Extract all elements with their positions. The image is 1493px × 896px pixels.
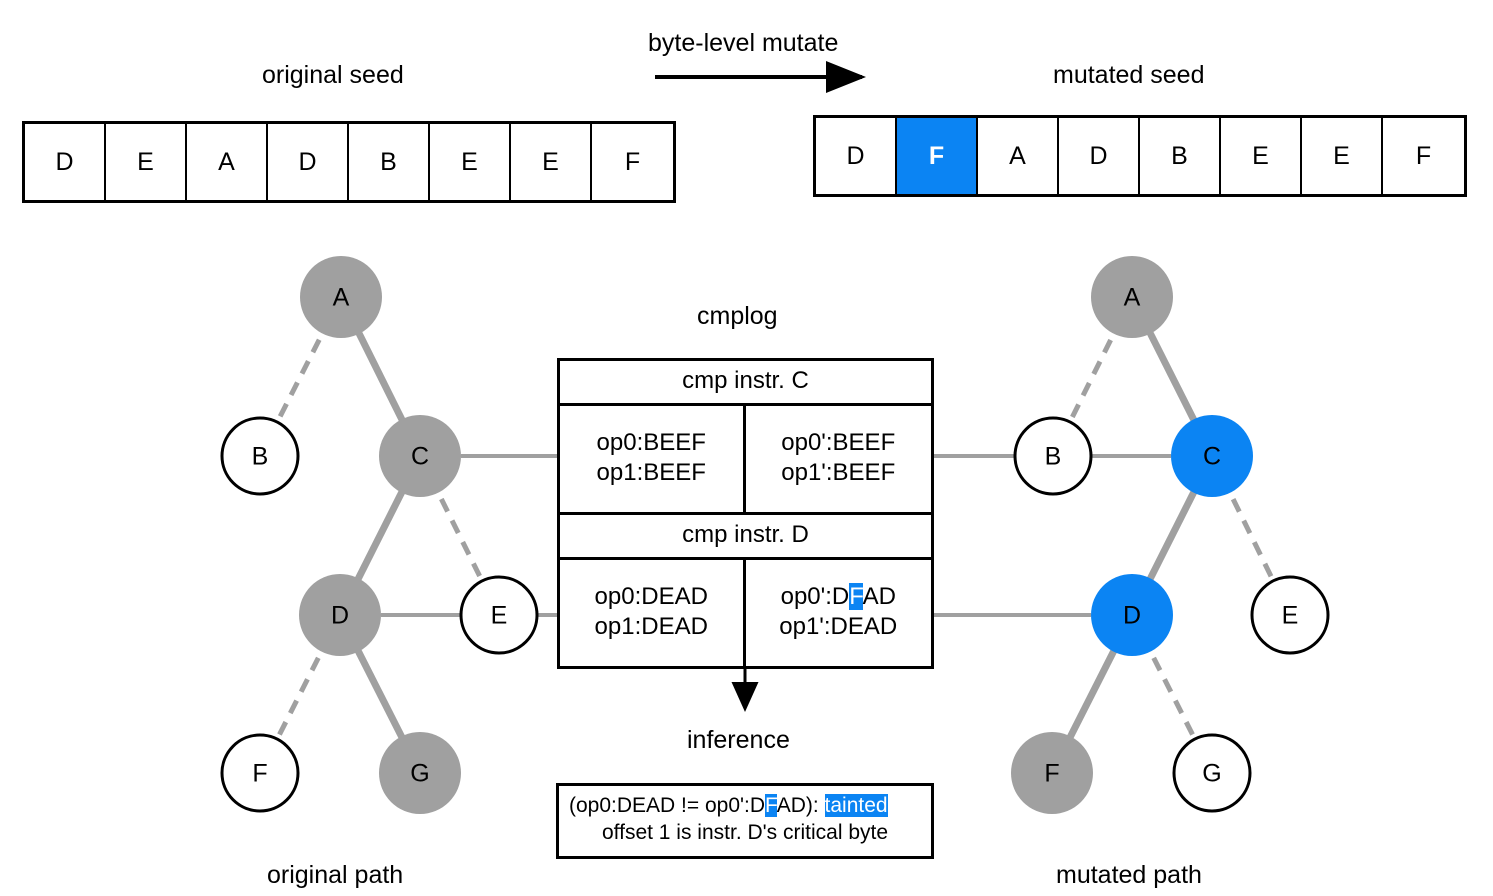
original-seed-byte-1: E bbox=[106, 124, 187, 200]
edge-d-f bbox=[257, 613, 343, 775]
mutated-seed-byte-1: F bbox=[897, 118, 978, 194]
original-node-label-c: C bbox=[410, 442, 430, 471]
cmplog-table: cmp instr. C op0:BEEF op1:BEEF op0':BEEF… bbox=[557, 358, 934, 669]
node-mutated-c bbox=[1171, 415, 1253, 497]
diagram-canvas: byte-level mutate original seed mutated … bbox=[0, 0, 1493, 896]
original-path-label: original path bbox=[267, 861, 404, 889]
original-seed-label: original seed bbox=[262, 61, 404, 89]
mutated-node-label-c: C bbox=[1202, 442, 1222, 471]
inference-title: inference bbox=[687, 726, 790, 754]
original-seed-byte-4: B bbox=[349, 124, 430, 200]
cmplog-row0-op1: op1:BEEF bbox=[596, 459, 706, 486]
mutated-seed-byte-5: E bbox=[1221, 118, 1302, 194]
node-mutated-f bbox=[1011, 732, 1093, 814]
mutate-arrow-label: byte-level mutate bbox=[648, 29, 839, 57]
original-node-label-d: D bbox=[330, 601, 350, 630]
original-seed-row: DEADBEEF bbox=[22, 121, 676, 203]
cmplog-row0-op0-prime-prefix: op0':BEEF bbox=[781, 429, 896, 456]
cmplog-row0-op1-prime-prefix: op1':BEEF bbox=[781, 459, 896, 486]
node-original-c bbox=[379, 415, 461, 497]
edge-m-c-d bbox=[1128, 454, 1216, 617]
edge-a-c bbox=[337, 295, 424, 458]
original-node-label-b: B bbox=[251, 442, 269, 471]
original-seed-byte-0: D bbox=[25, 124, 106, 200]
inference-box: (op0:DEAD != op0':DFAD): tainted offset … bbox=[556, 783, 934, 859]
inference-line1-mid: AD): bbox=[776, 794, 825, 817]
node-mutated-b bbox=[1013, 416, 1093, 496]
mutated-tree-edges bbox=[1048, 295, 1293, 775]
original-seed-byte-5: E bbox=[430, 124, 511, 200]
cmplog-row0-original-ops: op0:BEEF op1:BEEF bbox=[560, 406, 746, 512]
mutated-node-label-d: D bbox=[1122, 601, 1142, 630]
node-original-g bbox=[379, 732, 461, 814]
node-original-d bbox=[299, 574, 381, 656]
node-original-e bbox=[459, 575, 539, 655]
mutated-node-label-e: E bbox=[1281, 601, 1299, 630]
mutated-seed-byte-7: F bbox=[1383, 118, 1464, 194]
node-mutated-g bbox=[1172, 733, 1252, 813]
mutated-path-label: mutated path bbox=[1056, 861, 1202, 889]
node-original-a bbox=[300, 256, 382, 338]
inference-line1-tainted-highlight: tainted bbox=[824, 794, 888, 817]
inference-line-2: offset 1 is instr. D's critical byte bbox=[601, 820, 889, 844]
inference-line-1: (op0:DEAD != op0':DFAD): tainted bbox=[565, 793, 925, 820]
cmplog-row1-op0-prime: op0':DFAD bbox=[746, 582, 932, 612]
cmplog-row0-op0: op0:BEEF bbox=[596, 429, 706, 456]
cmplog-row0-op0-prime: op0':BEEF bbox=[746, 428, 932, 458]
cmplog-row0-mutated-ops: op0':BEEF op1':BEEF bbox=[746, 406, 932, 512]
node-original-b bbox=[220, 416, 300, 496]
cmplog-row1-op0-prime-highlight: F bbox=[849, 583, 863, 610]
cmplog-row1-header: cmp instr. D bbox=[560, 515, 931, 560]
cmplog-row1-op1: op1:DEAD bbox=[594, 613, 708, 640]
original-node-label-f: F bbox=[252, 759, 268, 788]
mutated-node-label-f: F bbox=[1044, 759, 1060, 788]
edge-a-b bbox=[257, 295, 344, 458]
node-mutated-a bbox=[1091, 256, 1173, 338]
mutated-seed-byte-0: D bbox=[816, 118, 897, 194]
cmplog-row1-op0: op0:DEAD bbox=[594, 583, 708, 610]
cmplog-row0-op1-prime: op1':BEEF bbox=[746, 458, 932, 488]
cmplog-row1-op1-prime-prefix: op1':DEAD bbox=[779, 613, 898, 640]
original-node-label-e: E bbox=[490, 601, 508, 630]
mutated-seed-row: DFADBEEF bbox=[813, 115, 1467, 197]
mutated-seed-byte-6: E bbox=[1302, 118, 1383, 194]
cmplog-row1-original-ops: op0:DEAD op1:DEAD bbox=[560, 560, 746, 666]
edge-m-c-e bbox=[1209, 454, 1293, 617]
original-seed-byte-3: D bbox=[268, 124, 349, 200]
inference-line1-byte-highlight: F bbox=[765, 794, 777, 817]
original-tree-nodes bbox=[220, 256, 539, 814]
inference-line1-prefix: (op0:DEAD != op0':D bbox=[569, 794, 766, 817]
cmplog-row1-op1-prime: op1':DEAD bbox=[746, 612, 932, 642]
mutated-seed-byte-2: A bbox=[978, 118, 1059, 194]
node-mutated-e bbox=[1250, 575, 1330, 655]
original-seed-byte-7: F bbox=[592, 124, 673, 200]
original-seed-byte-6: E bbox=[511, 124, 592, 200]
cmplog-row1-op0-prime-suffix: AD bbox=[862, 583, 896, 610]
original-node-label-a: A bbox=[332, 283, 350, 312]
mutated-node-label-b: B bbox=[1044, 442, 1062, 471]
edge-m-d-f bbox=[1048, 613, 1136, 775]
edge-c-e bbox=[417, 454, 502, 617]
mutated-node-label-g: G bbox=[1202, 759, 1222, 788]
cmplog-row1-mutated-ops: op0':DFAD op1':DEAD bbox=[746, 560, 932, 666]
original-seed-byte-2: A bbox=[187, 124, 268, 200]
node-original-f bbox=[220, 733, 300, 813]
edge-m-d-g bbox=[1129, 613, 1215, 775]
mutated-seed-byte-3: D bbox=[1059, 118, 1140, 194]
original-node-label-g: G bbox=[410, 759, 430, 788]
cmplog-row0-header: cmp instr. C bbox=[560, 361, 931, 406]
cmplog-row1-op0-prime-prefix: op0':D bbox=[780, 583, 850, 610]
mutated-tree-nodes bbox=[1011, 256, 1330, 814]
edge-d-g bbox=[336, 613, 424, 775]
cmplog-title: cmplog bbox=[697, 302, 778, 330]
original-tree-edges bbox=[257, 295, 502, 775]
mutated-seed-byte-4: B bbox=[1140, 118, 1221, 194]
edge-m-a-c bbox=[1128, 295, 1216, 458]
edge-c-d bbox=[336, 454, 424, 617]
mutated-node-label-a: A bbox=[1123, 283, 1141, 312]
node-mutated-d bbox=[1091, 574, 1173, 656]
mutated-seed-label: mutated seed bbox=[1053, 61, 1205, 89]
edge-m-a-b bbox=[1050, 295, 1135, 458]
